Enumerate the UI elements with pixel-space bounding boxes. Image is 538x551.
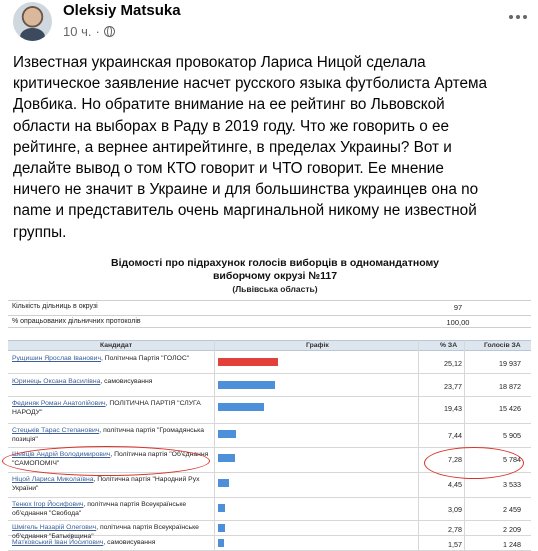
bar-track	[218, 524, 418, 532]
table-row: Рущишин Ярослав Іванович, Політична Парт…	[8, 352, 531, 374]
candidate-cell: Стецьків Тарас Степанович, політична пар…	[12, 427, 212, 444]
info-row: % опрацьованих дільничних протоколів 100…	[8, 315, 531, 328]
candidate-link[interactable]: Юринець Оксана Василівна	[12, 378, 100, 385]
post-text-line: группы.	[13, 223, 67, 241]
percent-cell: 25,12	[444, 359, 462, 368]
votes-cell: 5 905	[503, 431, 521, 440]
vote-bar	[218, 381, 275, 389]
candidate-link[interactable]: Шмігель Назарій Олегович	[12, 524, 96, 531]
doc-subtitle: (Львівська область)	[232, 284, 318, 294]
candidate-cell: Шевців Андрій Володимирович, Політична п…	[12, 451, 212, 468]
votes-cell: 2 209	[503, 525, 521, 534]
vote-bar	[218, 539, 224, 547]
table-row: Тенюх Ігор Йосифович, політична партія В…	[8, 498, 531, 521]
election-results-image[interactable]: Відомості про підрахунок голосів виборці…	[0, 251, 538, 551]
table-row: Ніцой Лариса Миколаївна, Політична парті…	[8, 473, 531, 498]
votes-cell: 15 426	[499, 404, 521, 413]
candidate-cell: Рущишин Ярослав Іванович, Політична Парт…	[12, 355, 212, 364]
percent-cell: 2,78	[448, 525, 462, 534]
dot-icon	[509, 15, 513, 19]
party-label: , самовисування	[103, 539, 156, 546]
candidate-link[interactable]: Фединяк Роман Анатолійович	[12, 400, 106, 407]
vote-bar	[218, 454, 236, 462]
percent-cell: 19,43	[444, 404, 462, 413]
party-label: , Політична Партія "ГОЛОС"	[101, 355, 190, 362]
candidate-cell: Юринець Оксана Василівна, самовисування	[12, 378, 212, 387]
votes-cell: 1 248	[503, 540, 521, 549]
vote-bar	[218, 479, 229, 487]
dot-icon	[516, 15, 520, 19]
vote-bar	[218, 430, 236, 438]
bar-track	[218, 504, 418, 512]
post-text-line: области на выборах в Раду в 2019 году. Ч…	[13, 117, 450, 135]
table-header: Кандидат Графік % ЗА Голосів ЗА	[8, 340, 531, 351]
percent-cell: 23,77	[444, 382, 462, 391]
percent-cell: 4,45	[448, 480, 462, 489]
candidate-cell: Фединяк Роман Анатолійович, ПОЛІТИЧНА ПА…	[12, 400, 212, 417]
bar-track	[218, 358, 418, 366]
table-row: Шевців Андрій Володимирович, Політична п…	[8, 448, 531, 473]
table-row: Шмігель Назарій Олегович, політична парт…	[8, 521, 531, 540]
bar-track	[218, 454, 418, 462]
party-label: , самовисування	[100, 378, 153, 385]
info-row: Кількість дільниць в окрузі 97	[8, 300, 531, 313]
votes-cell: 19 937	[499, 359, 521, 368]
candidate-link[interactable]: Стецьків Тарас Степанович	[12, 427, 99, 434]
post-header: Oleksiy Matsuka 10 ч. ·	[0, 0, 538, 48]
doc-title: Відомості про підрахунок голосів виборці…	[111, 257, 439, 282]
post-text-line: критическое заявление насчет русского яз…	[13, 75, 487, 93]
post-text-line: Довбика. Но обратите внимание на ее рейт…	[13, 96, 445, 114]
table-row: Фединяк Роман Анатолійович, ПОЛІТИЧНА ПА…	[8, 397, 531, 424]
candidate-link[interactable]: Шевців Андрій Володимирович	[12, 451, 110, 458]
vote-bar	[218, 403, 265, 411]
percent-cell: 7,28	[448, 455, 462, 464]
votes-cell: 2 459	[503, 505, 521, 514]
bar-track	[218, 430, 418, 438]
candidate-link[interactable]: Ніцой Лариса Миколаївна	[12, 476, 94, 483]
post-text-line: Известная украинская провокатор Лариса Н…	[13, 54, 426, 71]
table-row: Юринець Оксана Василівна, самовисування 2…	[8, 375, 531, 397]
bar-track	[218, 539, 418, 547]
post-meta: 10 ч. ·	[63, 24, 115, 39]
vote-bar	[218, 524, 225, 532]
post-text: Известная украинская провокатор Лариса Н…	[13, 52, 528, 243]
votes-cell: 3 533	[503, 480, 521, 489]
votes-cell: 18 872	[499, 382, 521, 391]
vote-bar	[218, 504, 226, 512]
avatar[interactable]	[13, 2, 52, 41]
vote-bar	[218, 358, 278, 366]
post-text-line: ничего не значит в Украине и для большин…	[13, 181, 479, 199]
bar-track	[218, 381, 418, 389]
candidate-link[interactable]: Матковський Іван Йосипович	[12, 539, 103, 546]
percent-cell: 3,09	[448, 505, 462, 514]
post-text-line: name и представитель очень маргинальной …	[13, 202, 477, 220]
post-text-line: рейтинге, а вернее антирейтинге, в преде…	[13, 138, 452, 156]
dot-icon	[523, 15, 527, 19]
globe-icon	[103, 26, 115, 37]
more-options-button[interactable]	[506, 10, 530, 24]
candidate-cell: Матковський Іван Йосипович, самовисуванн…	[12, 539, 212, 548]
bar-track	[218, 479, 418, 487]
candidate-link[interactable]: Рущишин Ярослав Іванович	[12, 355, 101, 362]
post-time[interactable]: 10 ч.	[63, 24, 91, 39]
author-name[interactable]: Oleksiy Matsuka	[63, 2, 181, 19]
table-row: Стецьків Тарас Степанович, політична пар…	[8, 424, 531, 448]
candidate-cell: Ніцой Лариса Миколаївна, Політична парті…	[12, 476, 212, 493]
votes-cell: 5 784	[503, 455, 521, 464]
post-text-line: делайте вывод о том КТО говорит и ЧТО го…	[13, 160, 444, 178]
candidate-link[interactable]: Тенюх Ігор Йосифович	[12, 501, 83, 508]
candidate-cell: Тенюх Ігор Йосифович, політична партія В…	[12, 501, 212, 518]
percent-cell: 7,44	[448, 431, 462, 440]
bar-track	[218, 403, 418, 411]
percent-cell: 1,57	[448, 540, 462, 549]
